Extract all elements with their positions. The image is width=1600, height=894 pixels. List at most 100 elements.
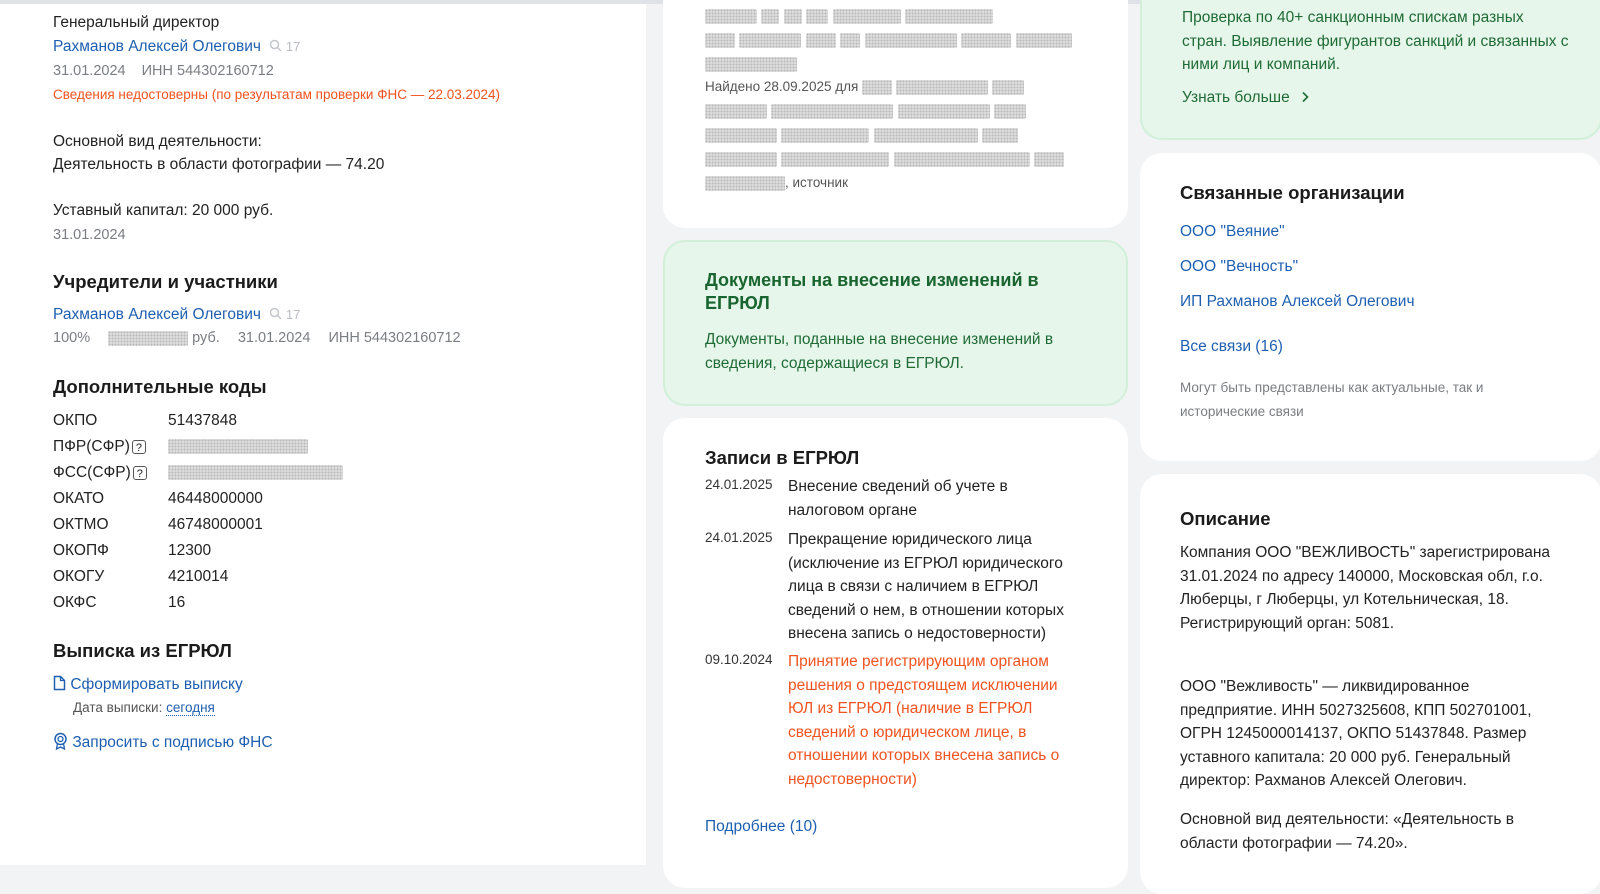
document-icon [53,675,66,691]
sanctions-text: Проверка по 40+ санкционным спискам разн… [1182,9,1569,73]
hidden-code-value [168,439,308,455]
description-card: Описание Компания ООО "ВЕЖЛИВОСТЬ" зарег… [1140,474,1600,894]
hidden-text-1 [705,8,994,26]
related-org-link[interactable]: ИП Рахманов Алексей Олегович [1180,293,1415,311]
code-row: ОКАТО 46448000000 [53,486,343,512]
hidden-text-4 [705,103,1027,121]
code-label-text: ОКФС [53,594,97,611]
search-count-value: 17 [285,39,301,54]
extract-heading: Выписка из ЕГРЮЛ [53,640,232,661]
search-count[interactable]: 17 [269,39,300,54]
records-heading: Записи в ЕГРЮЛ [705,447,860,468]
search-icon [270,39,282,52]
founder-search-count-value: 17 [285,307,301,322]
code-value: 12300 [168,542,212,559]
code-value: 46448000000 [168,490,263,507]
founders-heading: Учредители и участники [53,271,278,292]
description-heading: Описание [1180,508,1271,529]
help-icon[interactable]: ? [132,465,147,480]
code-row: ОКТМО 46748000001 [53,512,343,538]
code-value: 51437848 [168,412,237,429]
search-icon [270,307,282,320]
seal-icon [54,732,67,751]
hidden-text-3 [705,56,797,74]
record-text: Прекращение юридического лица (исключени… [788,531,1064,642]
code-label: ОКТМО [53,512,168,538]
records-card: Записи в ЕГРЮЛ 24.01.2025 Внесение сведен… [663,418,1128,888]
code-label-text: ОКТМО [53,516,109,533]
director-name-link[interactable]: Рахманов Алексей Олегович [53,38,261,55]
founder-name-link[interactable]: Рахманов Алексей Олегович [53,306,261,323]
hidden-code-value [168,465,343,481]
hidden-text-6 [705,151,1065,169]
code-row: ОКПО 51437848 [53,408,343,434]
codes-heading: Дополнительные коды [53,376,267,397]
company-details-panel: Генеральный директор Рахманов Алексей Ол… [0,4,646,865]
founder-inn: ИНН 544302160712 [328,330,461,346]
director-inn: ИНН 544302160712 [141,63,274,79]
founder-date: 31.01.2024 [237,330,311,346]
founder-meta: 100% руб. 31.01.2024 ИНН 544302160712 [53,330,461,346]
code-label-text: ОКОГУ [53,568,105,585]
code-label-text: ОКОПФ [53,542,109,559]
code-row: ОКФС 16 [53,590,343,616]
code-label: ПФР(СФР)? [53,434,168,460]
related-org-link[interactable]: ООО "Веяние" [1180,223,1285,241]
help-icon[interactable]: ? [131,439,146,454]
hidden-text-2 [705,32,1072,50]
code-label: ОКФС [53,590,168,616]
code-value [168,434,343,460]
source-link[interactable]: , источник [785,175,848,190]
found-prefix: Найдено 28.09.2025 для [705,79,859,94]
record-text: Принятие регистрирующим органом решения … [788,653,1060,788]
description-p1: Компания ООО "ВЕЖЛИВОСТЬ" зарегистрирова… [1180,544,1551,632]
related-card: Связанные организации ООО "Веяние" ООО "В… [1140,153,1600,461]
extract-date-select[interactable]: сегодня [166,700,215,716]
record-date: 24.01.2025 [705,530,773,545]
director-meta: 31.01.2024 ИНН 544302160712 [53,63,274,79]
code-label: ОКОПФ [53,538,168,564]
description-p3: Основной вид деятельности: «Деятельность… [1180,811,1515,852]
code-label: ФСС(СФР)? [53,460,168,486]
director-title: Генеральный директор [53,14,220,31]
codes-table: ОКПО 51437848 ПФР(СФР)? ФСС(СФР)? ОКАТО 46448… [53,408,343,616]
code-value [168,460,343,486]
code-row: ОКОПФ 12300 [53,538,343,564]
record-date: 24.01.2025 [705,477,773,492]
sanctions-card[interactable]: Проверка по 40+ санкционным спискам разн… [1140,0,1600,140]
code-row: ПФР(СФР)? [53,434,343,460]
description-p2: ООО "Вежливость" — ликвидированное предп… [1180,678,1532,789]
records-more-link[interactable]: Подробнее (10) [705,818,817,836]
sanctions-more-row: Узнать больше [1182,89,1310,107]
related-note: Могут быть представлены как актуальные, … [1180,380,1484,419]
hidden-text-5 [705,127,1019,145]
code-label: ОКПО [53,408,168,434]
founder-search-count[interactable]: 17 [269,307,300,322]
form-extract-link[interactable]: Сформировать выписку [70,676,242,693]
director-warning: Сведения недостоверны (по результатам пр… [53,87,501,102]
founder-row: Рахманов Алексей Олегович 17 [53,306,300,324]
source-row: , источник [705,175,848,191]
related-org-link[interactable]: ООО "Вечность" [1180,258,1298,276]
source-card: Найдено 28.09.2025 для , источник [663,0,1128,228]
chevron-right-icon [1302,91,1309,103]
founder-currency: руб. [192,330,220,346]
request-extract-link[interactable]: Запросить с подписью ФНС [72,734,272,751]
extract-date-row: Дата выписки: сегодня [73,700,215,716]
hidden-amount [108,330,189,346]
related-heading: Связанные организации [1180,182,1405,203]
docs-card[interactable]: Документы на внесение изменений в ЕГРЮЛ … [663,240,1128,406]
code-label-text: ФСС(СФР) [53,464,131,481]
code-label-text: ОКАТО [53,490,105,507]
director-date: 31.01.2024 [53,63,126,79]
form-extract-row: Сформировать выписку [53,675,243,694]
code-label-text: ПФР(СФР) [53,438,130,455]
capital-date: 31.01.2024 [53,227,126,243]
all-links-link[interactable]: Все связи (16) [1180,338,1283,356]
code-row: ОКОГУ 4210014 [53,564,343,590]
code-label: ОКОГУ [53,564,168,590]
code-value: 4210014 [168,568,229,585]
sanctions-more-link[interactable]: Узнать больше [1182,89,1290,106]
docs-card-title: Документы на внесение изменений в ЕГРЮЛ [705,270,1039,313]
code-value: 16 [168,594,186,611]
